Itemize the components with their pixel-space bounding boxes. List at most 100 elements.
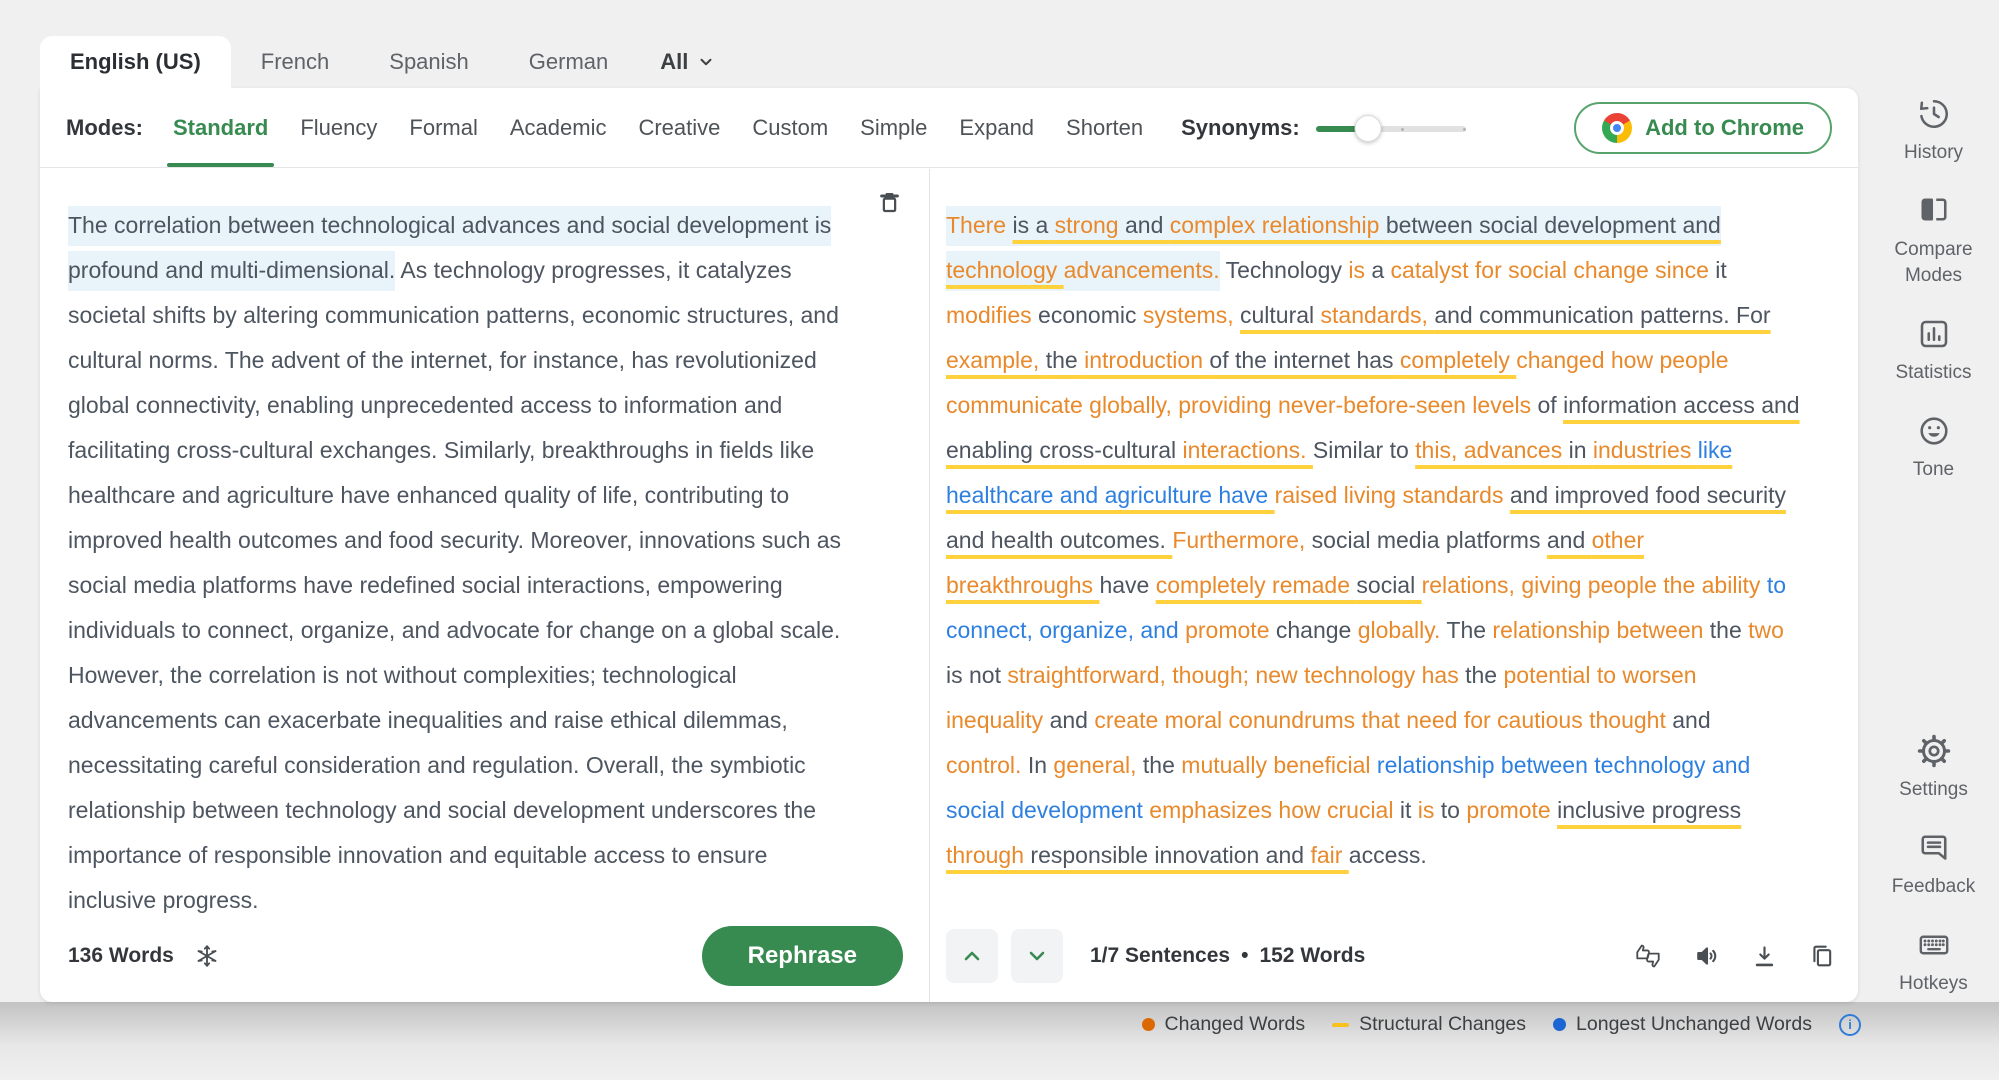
mode-standard[interactable]: Standard: [173, 88, 268, 167]
text-segment: raised living standards: [1275, 482, 1510, 508]
synonyms-slider-handle[interactable]: [1355, 115, 1382, 142]
text-segment: industries: [1593, 437, 1698, 463]
mode-expand[interactable]: Expand: [959, 88, 1034, 167]
text-segment: facilitating cross-cultural exchanges. S…: [68, 437, 814, 463]
output-text[interactable]: There is a strong and complex relationsh…: [946, 203, 1846, 878]
sidebar-item-compare-modes[interactable]: Compare Modes: [1879, 193, 1989, 289]
read-aloud-speaker-icon[interactable]: [1693, 942, 1721, 970]
text-segment: promote: [1466, 797, 1557, 823]
text-segment: through: [946, 842, 1030, 868]
all-languages-dropdown[interactable]: All: [638, 36, 737, 88]
text-segment: straightforward, though; new technology …: [1007, 662, 1465, 688]
text-segment: There: [946, 206, 1012, 246]
tone-smiley-icon: [1916, 413, 1952, 449]
mode-simple[interactable]: Simple: [860, 88, 927, 167]
text-segment: control.: [946, 752, 1028, 778]
text-segment: the: [1465, 662, 1503, 688]
text-segment: example,: [946, 347, 1046, 373]
source-text-editor[interactable]: The correlation between technological ad…: [68, 203, 898, 923]
rephrase-button[interactable]: Rephrase: [702, 926, 903, 986]
text-segment: in: [1569, 437, 1593, 463]
text-segment: social development: [946, 797, 1149, 823]
text-segment: The: [1446, 617, 1492, 643]
next-sentence-button[interactable]: [1011, 929, 1063, 983]
text-segment: standards,: [1321, 302, 1435, 328]
text-segment: The correlation between technological ad…: [68, 206, 831, 246]
text-segment: inclusive progress: [1557, 797, 1741, 823]
freeze-words-icon[interactable]: [194, 943, 220, 969]
rate-result-thumbs-icon[interactable]: [1633, 941, 1663, 971]
text-segment: create moral conundrums that need for ca…: [1094, 707, 1672, 733]
sidebar-item-hotkeys[interactable]: Hotkeys: [1879, 927, 1989, 997]
text-segment: As technology progresses, it catalyzes: [395, 257, 791, 283]
text-segment: of the internet has: [1209, 347, 1400, 373]
text-segment: advancements.: [1064, 251, 1220, 291]
mode-creative[interactable]: Creative: [638, 88, 720, 167]
bullet-separator: •: [1241, 944, 1248, 968]
text-segment: and: [1050, 707, 1095, 733]
text-segment: is: [1418, 797, 1441, 823]
sidebar-item-label: Feedback: [1892, 874, 1975, 900]
text-segment: mutually beneficial: [1181, 752, 1377, 778]
delete-text-icon[interactable]: [876, 189, 903, 216]
mode-academic[interactable]: Academic: [510, 88, 607, 167]
text-segment: social media platforms: [1312, 527, 1547, 553]
export-download-icon[interactable]: [1751, 943, 1778, 970]
sidebar-item-label: Statistics: [1895, 360, 1971, 386]
modes-label: Modes:: [66, 115, 143, 141]
mode-custom[interactable]: Custom: [752, 88, 828, 167]
text-segment: relationship between technology and: [1377, 752, 1750, 778]
tools-sidebar-top: History Compare Modes Statistics: [1868, 96, 1999, 510]
hotkeys-keyboard-icon: [1916, 927, 1952, 963]
tab-english-us[interactable]: English (US): [40, 36, 231, 88]
sidebar-item-label: Settings: [1899, 777, 1968, 803]
text-segment: to: [1767, 572, 1786, 598]
text-segment: In: [1028, 752, 1054, 778]
text-segment: of: [1538, 392, 1564, 418]
text-segment: it: [1400, 797, 1418, 823]
text-segment: advancements can exacerbate inequalities…: [68, 707, 788, 733]
all-languages-label: All: [660, 49, 688, 75]
legend-info-icon[interactable]: i: [1839, 1014, 1861, 1036]
text-segment: relations, giving people the ability: [1422, 572, 1767, 598]
mode-formal[interactable]: Formal: [409, 88, 477, 167]
tab-german[interactable]: German: [499, 36, 638, 88]
text-segment: modifies: [946, 302, 1038, 328]
tab-spanish[interactable]: Spanish: [359, 36, 499, 88]
mode-fluency[interactable]: Fluency: [300, 88, 377, 167]
previous-sentence-button[interactable]: [946, 929, 998, 983]
text-segment: is not: [946, 662, 1007, 688]
tab-french[interactable]: French: [231, 36, 359, 88]
text-segment: technology: [946, 251, 1064, 291]
text-segment: relationship between technology and soci…: [68, 797, 816, 823]
text-segment: improved health outcomes and food securi…: [68, 527, 841, 553]
sidebar-item-tone[interactable]: Tone: [1879, 413, 1989, 483]
changed-words-dot-icon: [1142, 1018, 1155, 1031]
text-segment: interactions.: [1183, 437, 1313, 463]
text-segment: it: [1715, 257, 1727, 283]
sidebar-item-history[interactable]: History: [1879, 96, 1989, 166]
add-to-chrome-button[interactable]: Add to Chrome: [1574, 102, 1832, 154]
sidebar-item-feedback[interactable]: Feedback: [1879, 830, 1989, 900]
editor-panels: The correlation between technological ad…: [40, 169, 1858, 1002]
text-segment: change: [1276, 617, 1358, 643]
text-segment: introduction: [1084, 347, 1209, 373]
text-segment: catalyst for social change since: [1391, 257, 1716, 283]
text-segment: other: [1592, 527, 1644, 553]
text-segment: potential to worsen: [1503, 662, 1696, 688]
add-to-chrome-label: Add to Chrome: [1645, 115, 1804, 141]
text-segment: and: [1125, 206, 1170, 246]
text-segment: and: [1672, 707, 1710, 733]
input-word-count: 136 Words: [68, 944, 174, 968]
text-segment: emphasizes how crucial: [1149, 797, 1400, 823]
sidebar-item-settings[interactable]: Settings: [1879, 733, 1989, 803]
mode-shorten[interactable]: Shorten: [1066, 88, 1143, 167]
text-segment: complex relationship: [1170, 206, 1386, 246]
chevron-up-icon: [960, 944, 984, 968]
input-panel: The correlation between technological ad…: [40, 169, 930, 1002]
copy-icon[interactable]: [1808, 942, 1836, 970]
chevron-down-icon: [697, 53, 715, 71]
sidebar-item-statistics[interactable]: Statistics: [1879, 316, 1989, 386]
synonyms-slider[interactable]: [1316, 114, 1466, 142]
text-segment: inclusive progress.: [68, 887, 258, 913]
